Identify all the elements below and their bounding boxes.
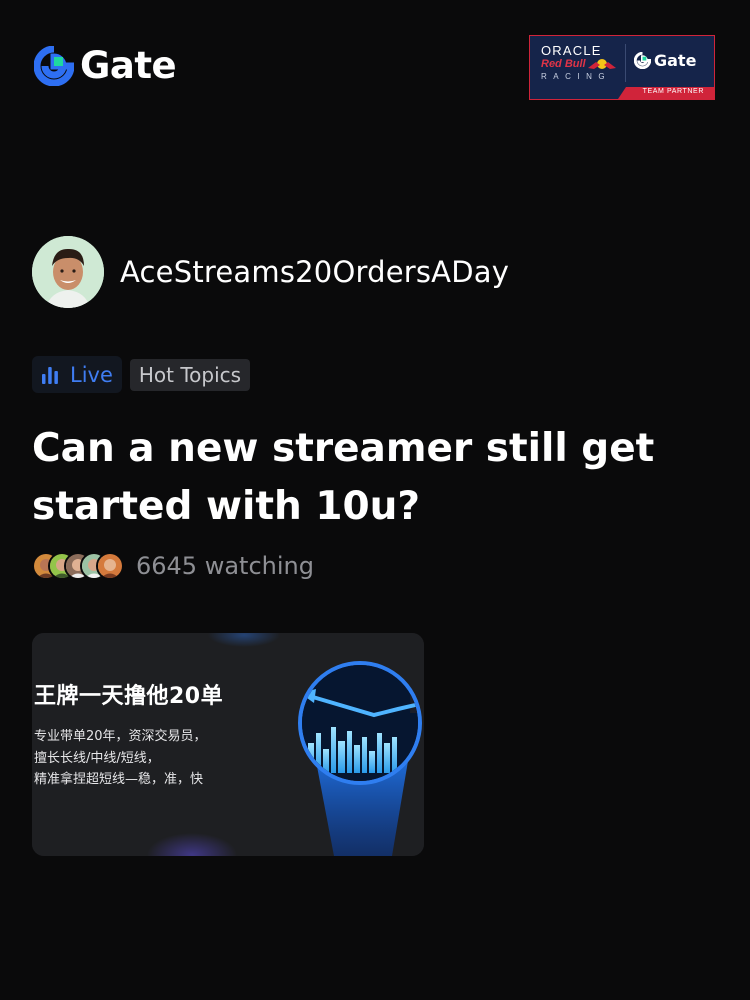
stream-thumbnail[interactable]: 王牌一天撸他20单 专业带单20年，资深交易员， 擅长长线/中线/短线， 精准拿… xyxy=(32,633,424,856)
partner-banner: TEAM PARTNER xyxy=(530,87,714,99)
streamer-username[interactable]: AceStreams20OrdersADay xyxy=(120,255,509,289)
partner-gate-logo: Gate xyxy=(634,51,696,70)
gate-logo: Gate xyxy=(34,44,177,87)
partner-gate-name: Gate xyxy=(654,51,697,70)
redbull-wordmark: Red Bull xyxy=(541,58,586,70)
live-label: Live xyxy=(70,362,113,387)
gate-logo-small-icon xyxy=(634,52,651,69)
stream-tags: Live Hot Topics xyxy=(32,356,251,393)
avatar-image xyxy=(32,236,104,308)
brand-name: Gate xyxy=(80,44,177,87)
stream-share-page: Gate ORACLE Red Bull RACING Gate TEAM PA… xyxy=(0,0,750,1000)
live-badge: Live xyxy=(32,356,122,393)
viewer-avatars xyxy=(32,552,124,580)
thumbnail-line: 专业带单20年，资深交易员， xyxy=(34,729,207,744)
bull-logo-icon xyxy=(588,59,616,69)
avatar[interactable] xyxy=(32,236,104,308)
viewer-count: 6645 watching xyxy=(32,552,314,580)
thumbnail-line: 擅长长线/中线/短线， xyxy=(34,751,160,766)
partner-banner-label: TEAM PARTNER xyxy=(642,88,704,95)
watching-count: 6645 watching xyxy=(136,552,314,580)
viewer-avatar-image xyxy=(98,554,122,578)
team-partner-badge: ORACLE Red Bull RACING Gate TEAM PARTNER xyxy=(529,35,715,100)
city-spotlight-graphic xyxy=(298,661,422,856)
thumbnail-line: 精准拿捏超短线—稳，准，快 xyxy=(34,772,204,787)
stream-title: Can a new streamer still get started wit… xyxy=(32,426,655,529)
gate-logo-icon xyxy=(34,46,74,86)
viewer-avatar xyxy=(96,552,124,580)
partner-divider xyxy=(625,44,626,82)
live-bars-icon xyxy=(42,366,58,384)
topic-tag[interactable]: Hot Topics xyxy=(129,358,251,391)
streamer-profile[interactable]: AceStreams20OrdersADay xyxy=(32,236,509,308)
thumbnail-headline: 王牌一天撸他20单 xyxy=(34,684,224,709)
racing-wordmark: RACING xyxy=(541,72,612,81)
